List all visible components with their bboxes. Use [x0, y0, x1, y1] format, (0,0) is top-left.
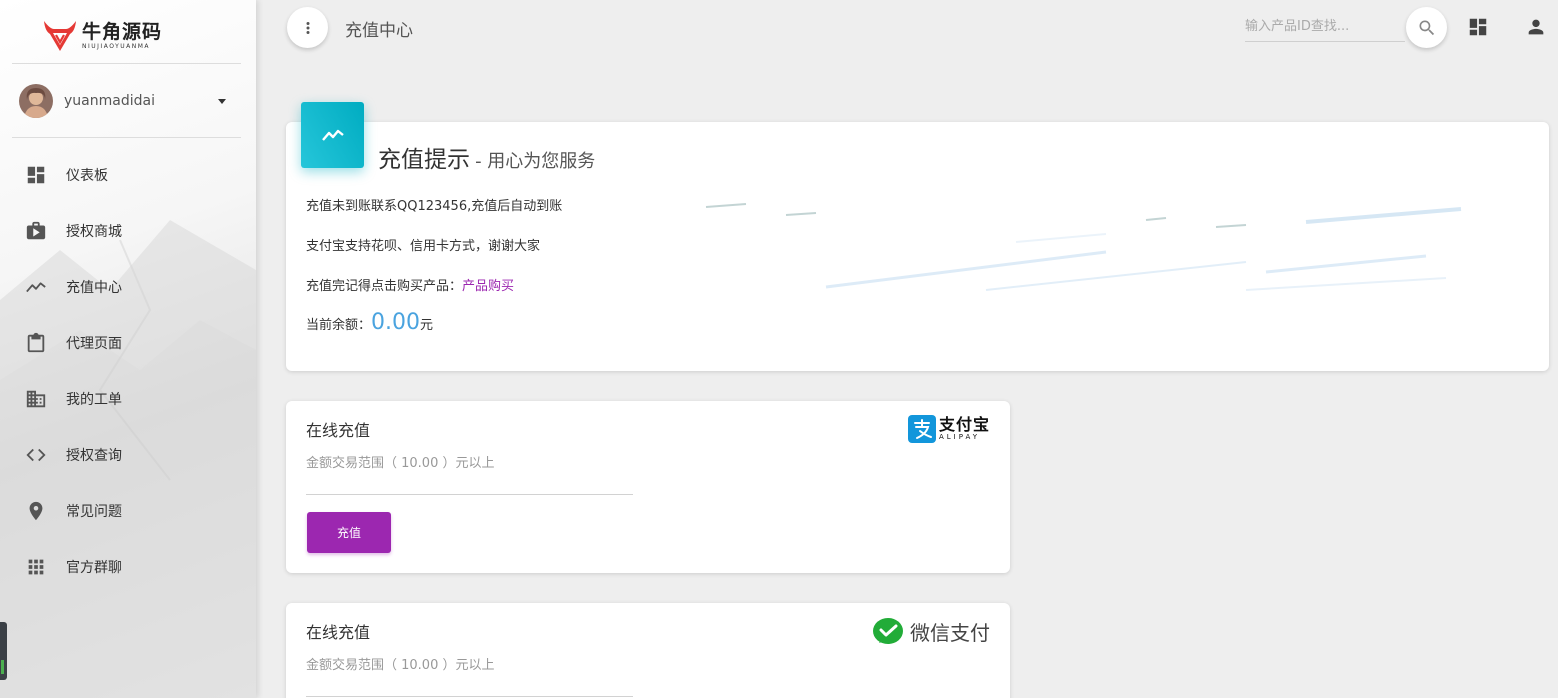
balance-value: 0.00 — [371, 310, 420, 335]
tip-subtitle: - 用心为您服务 — [475, 151, 596, 172]
tip-title: 充值提示 — [378, 147, 470, 173]
alipay-amount-input[interactable] — [306, 467, 633, 495]
search-button[interactable] — [1406, 7, 1447, 48]
trending-icon — [321, 129, 344, 141]
alipay-logo: 支付宝 ALIPAY — [907, 415, 990, 443]
tip-line-purchase: 充值完记得点击购买产品：产品购买 — [306, 275, 514, 294]
alipay-recharge-button[interactable]: 充值 — [307, 512, 391, 553]
user-menu[interactable]: yuanmadidai — [19, 83, 239, 119]
avatar-icon — [19, 84, 53, 118]
tip-line-purchase-text: 充值完记得点击购买产品： — [306, 279, 463, 294]
dashboard-icon — [27, 166, 45, 184]
sidebar: 牛角源码 NIUJIAOYUANMA yuanmadidai 仪表板 授权商城 — [0, 0, 256, 698]
person-icon[interactable] — [1525, 16, 1547, 38]
sidebar-item-label: 官方群聊 — [66, 560, 122, 576]
code-icon — [26, 448, 46, 462]
trending-icon-badge — [301, 102, 364, 168]
product-purchase-link[interactable]: 产品购买 — [462, 279, 514, 294]
wechat-recharge-card: 在线充值 金额交易范围（ 10.00 ）元以上 微信支付 — [286, 603, 1010, 698]
sidebar-item-faq[interactable]: 常见问题 — [0, 483, 256, 539]
wechat-amount-input[interactable] — [306, 669, 633, 697]
page-title: 充值中心 — [345, 21, 413, 41]
username: yuanmadidai — [64, 93, 155, 109]
search-input[interactable] — [1245, 12, 1405, 42]
brand-logo[interactable]: 牛角源码 NIUJIAOYUANMA — [42, 16, 172, 56]
sidebar-item-recharge[interactable]: 充值中心 — [0, 259, 256, 315]
wechat-pay-logo: 微信支付 — [873, 617, 990, 646]
side-tab-handle[interactable] — [0, 622, 7, 680]
brand-name: 牛角源码 — [82, 21, 163, 43]
tip-card-title: 充值提示 - 用心为您服务 — [378, 140, 595, 174]
alipay-logo-text: 支付宝 — [938, 415, 990, 434]
alipay-icon — [907, 415, 936, 443]
tip-line-payment: 支付宝支持花呗、信用卡方式，谢谢大家 — [306, 239, 541, 254]
caret-down-icon — [218, 99, 226, 104]
sidebar-item-label: 仪表板 — [66, 168, 108, 184]
sidebar-item-label: 代理页面 — [66, 336, 122, 352]
sidebar-item-dashboard[interactable]: 仪表板 — [0, 147, 256, 203]
clipboard-icon — [27, 332, 45, 353]
sidebar-item-label: 授权商城 — [66, 224, 122, 240]
wechat-card-title: 在线充值 — [306, 623, 371, 642]
building-icon — [26, 390, 46, 408]
sidebar-item-label: 授权查询 — [66, 448, 122, 464]
sidebar-item-label: 常见问题 — [66, 504, 122, 520]
location-pin-icon — [29, 501, 43, 521]
balance-unit: 元 — [420, 318, 434, 333]
sidebar-divider — [12, 137, 241, 138]
avatar — [19, 84, 53, 118]
dashboard-icon[interactable] — [1467, 16, 1489, 38]
wechat-pay-logo-text: 微信支付 — [910, 621, 990, 645]
sidebar-item-group-chat[interactable]: 官方群聊 — [0, 539, 256, 595]
more-menu-button[interactable] — [287, 7, 328, 48]
bull-horn-logo-icon — [44, 21, 76, 51]
balance-label: 当前余额： — [306, 318, 372, 333]
sidebar-item-label: 充值中心 — [66, 280, 122, 296]
sidebar-item-tickets[interactable]: 我的工单 — [0, 371, 256, 427]
shop-bag-icon — [26, 221, 46, 240]
brand-name-en: NIUJIAOYUANMA — [82, 43, 151, 50]
alipay-recharge-card: 在线充值 金额交易范围（ 10.00 ）元以上 充值 支付宝 ALIPAY — [286, 401, 1010, 573]
decorative-streaks — [705, 203, 1462, 291]
alipay-logo-text-en: ALIPAY — [938, 433, 981, 441]
balance-row: 当前余额：0.00元 — [306, 310, 433, 335]
sidebar-item-shop[interactable]: 授权商城 — [0, 203, 256, 259]
search-icon — [1419, 20, 1434, 35]
tip-line-contact: 充值未到账联系QQ123456,充值后自动到账 — [306, 199, 563, 214]
sidebar-item-agent[interactable]: 代理页面 — [0, 315, 256, 371]
sidebar-item-label: 我的工单 — [66, 392, 122, 408]
sidebar-nav: 仪表板 授权商城 充值中心 代理页面 我的工单 授权查询 常见问题 官方群聊 — [0, 147, 256, 595]
apps-grid-icon — [28, 559, 44, 575]
sidebar-divider — [12, 63, 241, 64]
more-vert-icon — [306, 21, 309, 34]
trending-icon — [26, 282, 46, 293]
wechat-pay-icon — [873, 617, 903, 644]
sidebar-item-auth-query[interactable]: 授权查询 — [0, 427, 256, 483]
alipay-card-title: 在线充值 — [306, 421, 371, 440]
